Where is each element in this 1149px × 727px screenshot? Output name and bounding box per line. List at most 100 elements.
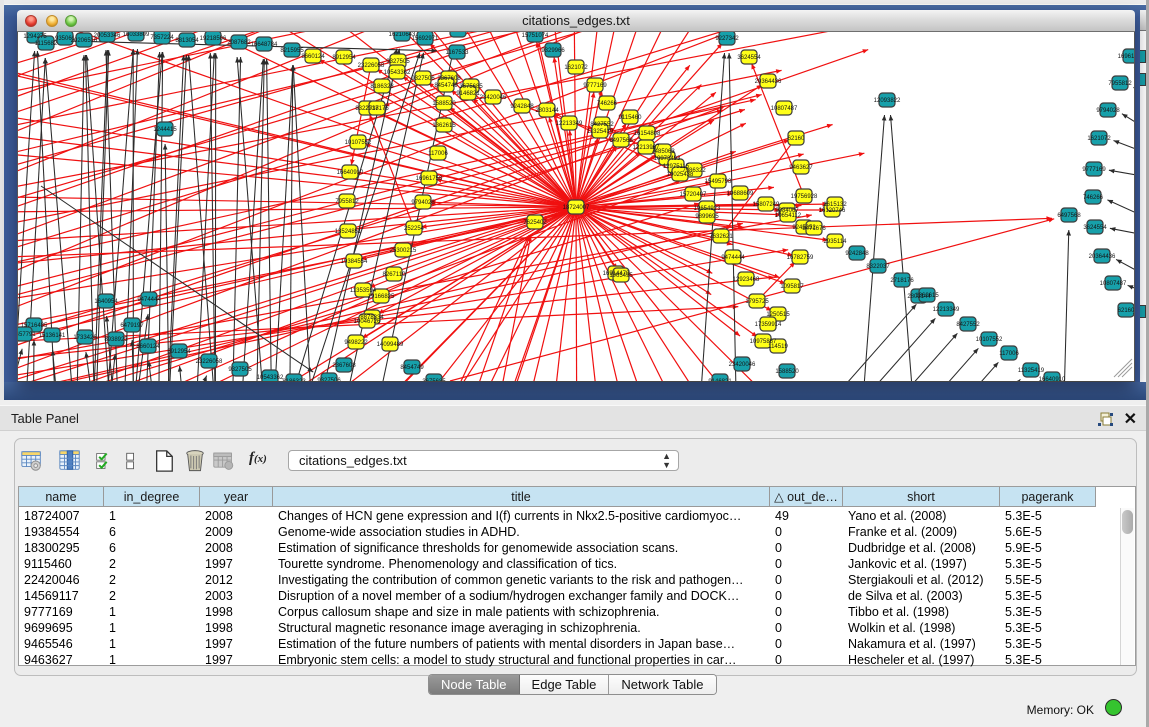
svg-text:6497568: 6497568 — [609, 138, 633, 144]
svg-text:252254: 252254 — [404, 226, 425, 232]
svg-text:11325419: 11325419 — [587, 129, 614, 135]
svg-text:15495798: 15495798 — [705, 179, 732, 185]
svg-text:8471676: 8471676 — [802, 226, 826, 232]
svg-text:25300215: 25300215 — [390, 248, 417, 254]
svg-text:9463627: 9463627 — [1134, 58, 1135, 64]
svg-text:9146821: 9146821 — [708, 379, 732, 381]
svg-text:8215955: 8215955 — [280, 48, 304, 54]
svg-text:20364436: 20364436 — [1089, 254, 1116, 260]
svg-text:10543362: 10543362 — [257, 375, 284, 381]
svg-text:3675685: 3675685 — [459, 84, 483, 90]
svg-text:2803144: 2803144 — [535, 108, 559, 114]
svg-text:9146821: 9146821 — [456, 91, 480, 97]
svg-text:16033809: 16033809 — [123, 32, 150, 38]
svg-text:8912954: 8912954 — [332, 55, 356, 61]
svg-text:2718176: 2718176 — [890, 278, 914, 284]
svg-text:9327506: 9327506 — [317, 378, 341, 381]
svg-text:2935114: 2935114 — [824, 239, 848, 245]
svg-text:8267110: 8267110 — [383, 272, 407, 278]
svg-text:7955812: 7955812 — [335, 199, 359, 205]
svg-text:9794028: 9794028 — [411, 200, 435, 206]
svg-text:9242848: 9242848 — [845, 251, 869, 257]
svg-text:18724007: 18724007 — [563, 205, 590, 211]
svg-text:7485063: 7485063 — [651, 149, 675, 155]
svg-text:8454749: 8454749 — [400, 365, 424, 371]
svg-text:19654923: 19654923 — [694, 206, 721, 212]
svg-text:2718176: 2718176 — [365, 106, 389, 112]
svg-text:16640910: 16640910 — [337, 170, 364, 176]
svg-text:1795725: 1795725 — [745, 299, 769, 305]
svg-text:2087682: 2087682 — [227, 40, 251, 46]
svg-text:15751074: 15751074 — [522, 33, 549, 39]
svg-text:1733426: 1733426 — [73, 335, 97, 341]
svg-text:3624554: 3624554 — [1083, 225, 1107, 231]
svg-text:11325419: 11325419 — [1018, 368, 1045, 374]
svg-text:6479197: 6479197 — [120, 323, 144, 329]
svg-text:2367608: 2367608 — [437, 76, 461, 82]
svg-text:10807487: 10807487 — [1100, 281, 1127, 287]
svg-text:8322037: 8322037 — [866, 264, 890, 270]
svg-text:16120746: 16120746 — [819, 208, 846, 214]
svg-text:19756928: 19756928 — [791, 194, 818, 200]
svg-text:17359914: 17359914 — [755, 322, 782, 328]
svg-text:746266: 746266 — [597, 101, 618, 107]
svg-text:9227342: 9227342 — [715, 36, 739, 42]
svg-text:8454749: 8454749 — [434, 83, 458, 89]
svg-text:15716485: 15716485 — [21, 323, 48, 329]
svg-text:1095817: 1095817 — [780, 284, 804, 290]
svg-text:746266: 746266 — [1083, 195, 1104, 201]
svg-text:9498222: 9498222 — [344, 340, 368, 346]
svg-text:10973493: 10973493 — [654, 156, 681, 162]
svg-text:9777169: 9777169 — [1082, 167, 1106, 173]
svg-text:10654112: 10654112 — [775, 213, 802, 219]
svg-text:15692971: 15692971 — [412, 36, 439, 42]
svg-text:8938923: 8938923 — [104, 337, 128, 343]
svg-text:16648784: 16648784 — [251, 42, 278, 48]
svg-text:8186323: 8186323 — [370, 84, 394, 90]
svg-text:114519: 114519 — [768, 344, 788, 350]
svg-text:23226058: 23226058 — [358, 63, 385, 69]
svg-text:10807487: 10807487 — [771, 106, 798, 112]
svg-text:1621072: 1621072 — [1087, 136, 1111, 142]
svg-text:20053346: 20053346 — [94, 33, 121, 39]
svg-text:8427552: 8427552 — [956, 322, 980, 328]
svg-text:19166825: 19166825 — [368, 294, 395, 300]
svg-text:7625402: 7625402 — [523, 220, 547, 226]
svg-text:10107552: 10107552 — [976, 337, 1003, 343]
svg-text:1621072: 1621072 — [564, 65, 588, 71]
svg-text:16961758: 16961758 — [1118, 54, 1135, 60]
svg-text:8912954: 8912954 — [167, 349, 191, 355]
svg-text:10046726: 10046726 — [354, 319, 381, 325]
svg-text:23420046: 23420046 — [480, 95, 507, 101]
svg-text:8427552: 8427552 — [590, 122, 614, 128]
svg-text:9457791: 9457791 — [18, 332, 36, 338]
svg-text:1294275: 1294275 — [23, 34, 47, 40]
svg-text:8660124: 8660124 — [136, 344, 160, 350]
svg-text:1362615: 1362615 — [915, 293, 939, 299]
svg-text:1588520: 1588520 — [432, 101, 456, 107]
svg-text:12213349: 12213349 — [556, 121, 583, 127]
svg-text:1588520: 1588520 — [775, 369, 799, 375]
svg-text:9463627: 9463627 — [789, 165, 813, 171]
svg-text:12213349: 12213349 — [933, 307, 960, 313]
svg-text:15720407: 15720407 — [680, 192, 707, 198]
svg-text:1640954: 1640954 — [94, 299, 118, 305]
svg-text:19218506: 19218506 — [200, 36, 227, 42]
svg-text:23226058: 23226058 — [196, 359, 223, 365]
svg-text:9329966: 9329966 — [541, 48, 565, 54]
svg-text:16782759: 16782759 — [787, 255, 814, 261]
svg-text:8660124: 8660124 — [301, 54, 325, 60]
svg-text:2367608: 2367608 — [332, 363, 356, 369]
svg-text:20364436: 20364436 — [755, 79, 782, 85]
svg-text:3624554: 3624554 — [737, 55, 761, 61]
svg-text:10107552: 10107552 — [345, 140, 372, 146]
svg-text:1965495: 1965495 — [609, 273, 633, 279]
svg-text:9899695: 9899695 — [695, 214, 719, 220]
svg-text:19384554: 19384554 — [341, 259, 368, 265]
svg-text:17016504: 17016504 — [445, 32, 472, 34]
svg-text:10688609: 10688609 — [727, 191, 754, 197]
svg-text:9115460: 9115460 — [619, 115, 643, 121]
svg-text:117006: 117006 — [428, 151, 448, 157]
svg-text:12923468: 12923468 — [733, 277, 760, 283]
svg-text:9794028: 9794028 — [1096, 108, 1120, 114]
